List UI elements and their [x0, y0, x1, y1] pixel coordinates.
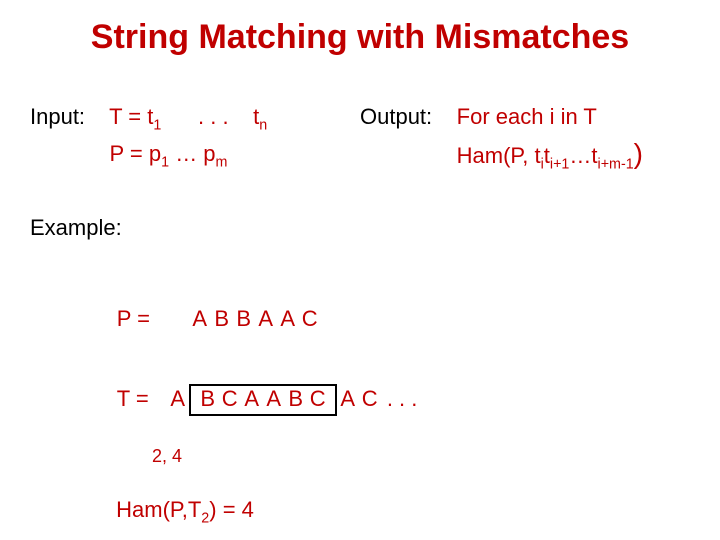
p-row-label: P =: [117, 306, 167, 332]
ham-res-pre: Ham(P,T: [116, 497, 201, 522]
ham-result: Ham(P,T2) = 4: [80, 497, 417, 526]
char-cell: A: [337, 386, 359, 412]
ham-close: ): [634, 138, 643, 169]
p-pre: P = p: [110, 141, 162, 166]
alignment-box: BCAABC: [189, 384, 337, 416]
char-cell: A: [189, 306, 211, 332]
char-cell: C: [219, 388, 241, 410]
t-dots: . . .: [198, 104, 229, 129]
input-block: Input: T = t1 . . . tn Input: P = p1 … p…: [30, 100, 267, 174]
char-cell: B: [233, 306, 255, 332]
p-indent: [167, 306, 189, 332]
example-body: P = ABBAAC T = ABCAABCAC . . . 2, 4 Ham(…: [80, 280, 417, 526]
output-label: Output:: [360, 104, 432, 129]
ham-res-mid: ) =: [209, 497, 241, 522]
example-label: Example:: [30, 215, 122, 241]
slide: String Matching with Mismatches Input: T…: [0, 0, 720, 540]
char-cell: C: [307, 388, 329, 410]
p-sub1: 1: [161, 154, 169, 170]
example-t-row: T = ABCAABCAC . . .: [80, 358, 417, 442]
ham-sub-im1: i+m-1: [598, 156, 634, 172]
t-row-label: T =: [117, 386, 167, 412]
input-label: Input:: [30, 104, 85, 129]
char-cell: B: [197, 388, 219, 410]
char-cell: A: [263, 388, 285, 410]
char-cell: C: [299, 306, 321, 332]
char-cell: A: [255, 306, 277, 332]
char-cell: A: [167, 386, 189, 412]
output-block: Output: For each i in T Output: Ham(P, t…: [360, 100, 643, 176]
mismatch-counts: 2, 4: [80, 446, 417, 467]
output-ham: Ham(P, titi+1…ti+m-1): [457, 143, 643, 168]
example-p-row: P = ABBAAC: [80, 280, 417, 358]
t-trail: . . .: [381, 386, 418, 411]
output-line1: For each i in T: [457, 104, 597, 129]
t-sub1: 1: [153, 117, 161, 133]
input-t-def: T = t1 . . . tn: [109, 104, 267, 129]
p-dots: … p: [169, 141, 215, 166]
char-cell: A: [277, 306, 299, 332]
ham-pre: Ham(P, t: [457, 143, 541, 168]
char-cell: B: [285, 388, 307, 410]
input-p-def: P = p1 … pm: [110, 141, 228, 166]
t-pre: T = t: [109, 104, 153, 129]
char-cell: A: [241, 388, 263, 410]
slide-title: String Matching with Mismatches: [0, 18, 720, 57]
ham-res-val: 4: [242, 497, 254, 522]
ham-sub-i1: i+1: [550, 156, 569, 172]
t-subn: n: [259, 117, 267, 133]
char-cell: B: [211, 306, 233, 332]
char-cell: C: [359, 386, 381, 412]
p-subm: m: [216, 154, 228, 170]
ham-dots: …: [569, 143, 591, 168]
